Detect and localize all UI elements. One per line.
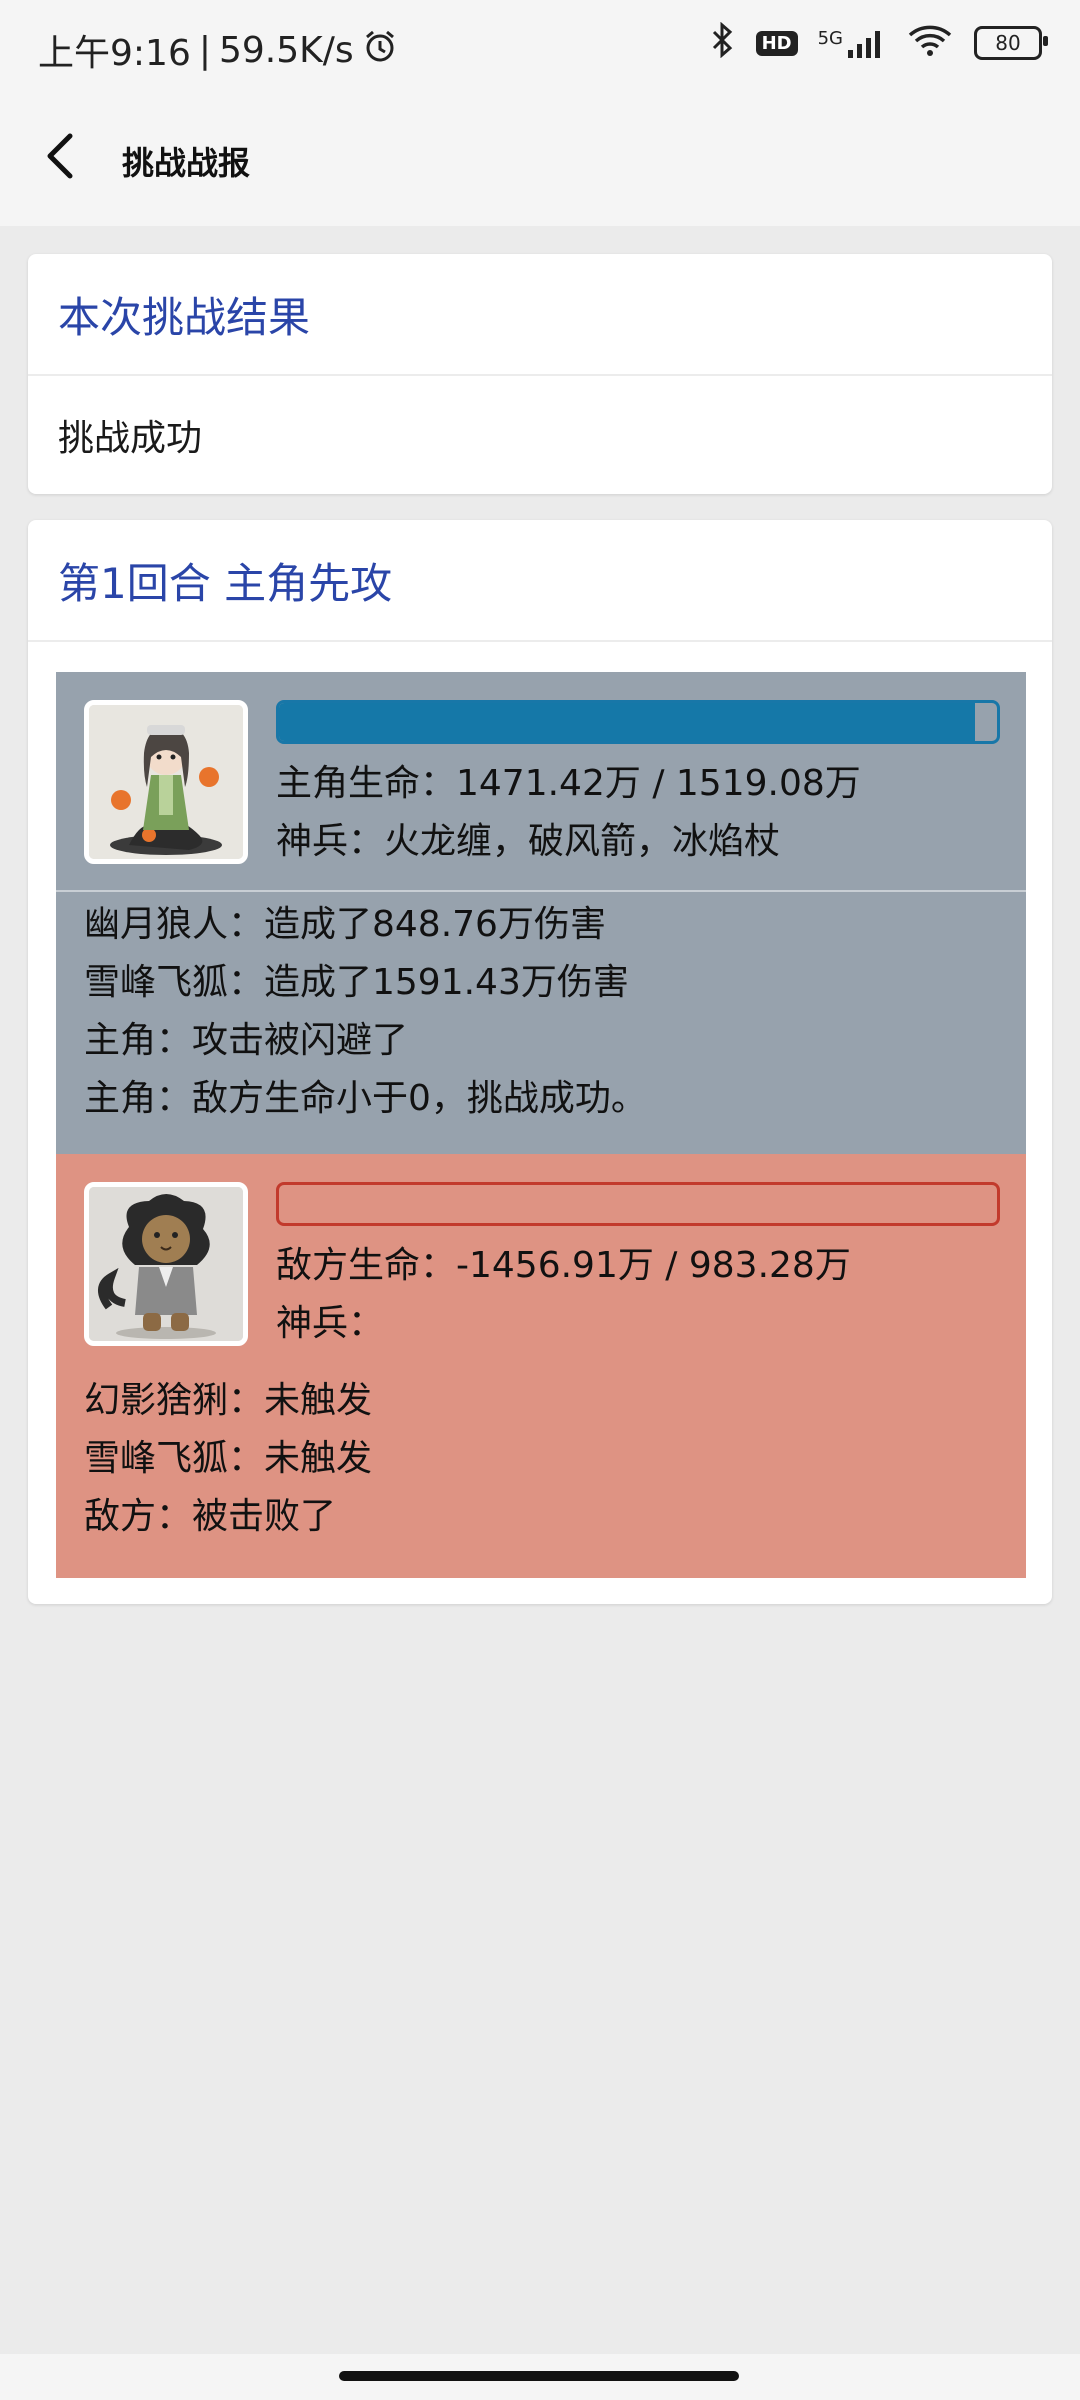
log-line: 幽月狼人：造成了848.76万伤害 <box>84 904 606 945</box>
player-weapons-text: 神兵：火龙缠，破风箭，冰焰杖 <box>276 821 781 862</box>
enemy-hp-bar <box>276 1182 1000 1226</box>
status-right: HD 5G 80 <box>708 21 1048 64</box>
player-hp-fill <box>279 703 976 741</box>
network-type-label: 5G <box>817 28 843 49</box>
enemy-unit-row: 敌方生命：-1456.91万 / 983.28万 神兵： <box>56 1154 1026 1372</box>
enemy-log-list: 幻影猞猁：未触发 雪峰飞狐：未触发 敌方：被击败了 <box>56 1372 1026 1564</box>
enemy-hp-text: 敌方生命：-1456.91万 / 983.28万 <box>276 1245 851 1286</box>
enemy-panel: 敌方生命：-1456.91万 / 983.28万 神兵： 幻影猞猁：未触发 雪峰… <box>56 1154 1026 1578</box>
signal-icon: 5G <box>818 28 886 58</box>
hd-badge: HD <box>755 30 798 56</box>
log-line: 幻影猞猁：未触发 <box>84 1380 373 1421</box>
player-panel: 主角生命：1471.42万 / 1519.08万 神兵：火龙缠，破风箭，冰焰杖 … <box>56 672 1026 1154</box>
log-line: 雪峰飞狐：造成了1591.43万伤害 <box>84 962 629 1003</box>
page-title: 挑战战报 <box>122 144 251 182</box>
result-text: 挑战成功 <box>58 418 203 459</box>
back-button[interactable] <box>32 126 92 186</box>
log-line: 主角：攻击被闪避了 <box>84 1020 409 1061</box>
log-line: 雪峰飞狐：未触发 <box>84 1438 373 1479</box>
enemy-character-image <box>89 1187 243 1341</box>
result-card-header: 本次挑战结果 <box>28 254 1052 376</box>
round-card-header: 第1回合 主角先攻 <box>28 520 1052 642</box>
enemy-avatar <box>84 1182 248 1346</box>
status-network-speed: 59.5K/s <box>218 29 354 71</box>
round-card: 第1回合 主角先攻 主角生命：1471.42万 / 1519.08万 神兵：火龙… <box>28 520 1052 1604</box>
player-unit-row: 主角生命：1471.42万 / 1519.08万 神兵：火龙缠，破风箭，冰焰杖 <box>56 672 1026 890</box>
player-avatar <box>84 700 248 864</box>
player-character-image <box>89 705 243 859</box>
alarm-icon <box>362 28 398 73</box>
status-left: 上午9:16 | 59.5K/s <box>38 24 398 76</box>
home-indicator[interactable] <box>339 2371 739 2381</box>
battery-icon: 80 <box>974 26 1048 60</box>
wifi-icon <box>906 23 954 63</box>
enemy-weapons-text: 神兵： <box>276 1303 385 1344</box>
status-bar: 上午9:16 | 59.5K/s HD 5G 80 <box>0 0 1080 96</box>
bluetooth-icon <box>708 21 736 64</box>
log-line: 敌方：被击败了 <box>84 1496 337 1537</box>
player-hp-text: 主角生命：1471.42万 / 1519.08万 <box>276 763 861 804</box>
log-line: 主角：敌方生命小于0，挑战成功。 <box>84 1078 647 1119</box>
battery-level: 80 <box>995 31 1021 55</box>
player-hp-bar <box>276 700 1000 744</box>
player-log-list: 幽月狼人：造成了848.76万伤害 雪峰飞狐：造成了1591.43万伤害 主角：… <box>56 892 1026 1146</box>
status-separator: | <box>198 29 211 71</box>
back-arrow-icon <box>47 133 73 179</box>
result-card: 本次挑战结果 挑战成功 <box>28 254 1052 494</box>
app-bar: 挑战战报 <box>0 96 1080 226</box>
status-time: 上午9:16 <box>38 33 191 74</box>
